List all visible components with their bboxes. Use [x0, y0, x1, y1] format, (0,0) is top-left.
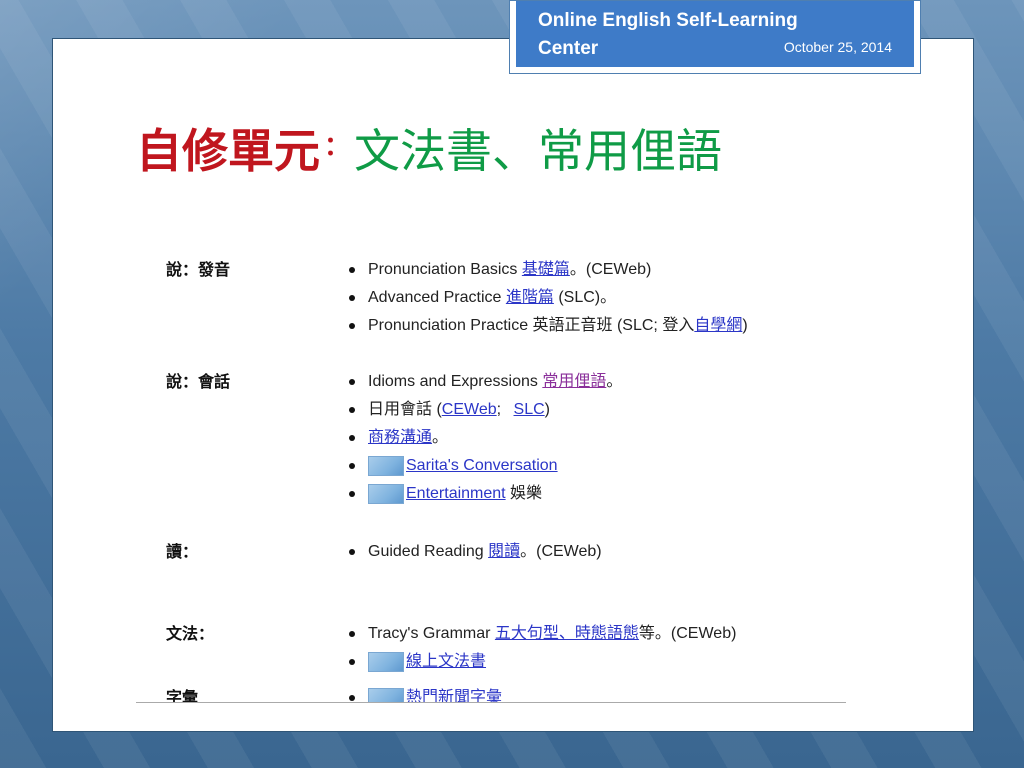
slide-title-sub: 文法書、常用俚語: [354, 124, 723, 178]
link-ceweb[interactable]: CEWeb: [442, 401, 497, 418]
list-item: 線上文法書: [346, 650, 846, 678]
bullet-icon: [349, 378, 355, 385]
list-item: 商務溝通。: [346, 426, 846, 454]
item-list: Idioms and Expressions 常用俚語。 日用會話 (CEWeb…: [346, 370, 846, 510]
bullet-icon: [349, 548, 355, 555]
item-list: Tracy's Grammar 五大句型、時態語態等。(CEWeb) 線上文法書: [346, 622, 846, 678]
list-item: Pronunciation Practice 英語正音班 (SLC; 登入自學網…: [346, 314, 846, 342]
bullet-icon: [349, 322, 355, 329]
bullet-icon: [349, 462, 355, 469]
item-list: 熱門新聞字彙: [346, 686, 846, 702]
list-item: 熱門新聞字彙: [346, 686, 846, 702]
section-label: 說：會話: [166, 372, 231, 391]
bullet-icon: [349, 434, 355, 441]
thumbnail-image-icon[interactable]: [368, 651, 404, 672]
section-label: 文法：: [166, 624, 215, 643]
list-item: Sarita's Conversation: [346, 454, 846, 482]
bullet-icon: [349, 490, 355, 497]
bullet-icon: [349, 266, 355, 273]
link-news-vocabulary[interactable]: 熱門新聞字彙: [406, 689, 502, 702]
link-advanced[interactable]: 進階篇: [506, 289, 554, 306]
thumbnail-image-icon[interactable]: [368, 455, 404, 476]
bullet-icon: [349, 630, 355, 637]
list-item: Pronunciation Basics 基礎篇。(CEWeb): [346, 258, 846, 286]
bullet-icon: [349, 294, 355, 301]
list-item: Advanced Practice 進階篇 (SLC)。: [346, 286, 846, 314]
list-item: Entertainment 娛樂: [346, 482, 846, 510]
section-label: 讀：: [166, 542, 199, 561]
slide-title-colon: ：: [324, 132, 351, 162]
link-slc[interactable]: SLC: [514, 401, 545, 418]
list-item: Tracy's Grammar 五大句型、時態語態等。(CEWeb): [346, 622, 846, 650]
list-item: 日用會話 (CEWeb; SLC): [346, 398, 846, 426]
header-banner: Online English Self-Learning Center Octo…: [516, 1, 914, 67]
link-grammar-patterns[interactable]: 五大句型、時態語態: [495, 625, 639, 642]
bullet-icon: [349, 406, 355, 413]
thumbnail-image-icon[interactable]: [368, 483, 404, 504]
list-item: Guided Reading 閱讀。(CEWeb): [346, 540, 846, 568]
link-saritas-conversation[interactable]: Sarita's Conversation: [406, 457, 558, 474]
header-date: October 25, 2014: [783, 39, 892, 55]
link-online-grammar-book[interactable]: 線上文法書: [406, 653, 486, 670]
bullet-icon: [349, 658, 355, 665]
list-item: Idioms and Expressions 常用俚語。: [346, 370, 846, 398]
link-idioms[interactable]: 常用俚語: [542, 373, 606, 390]
embedded-webpage-screenshot: 說：發音 Pronunciation Basics 基礎篇。(CEWeb) Ad…: [136, 246, 846, 703]
section-label: 字彙: [166, 688, 199, 703]
thumbnail-image-icon[interactable]: [368, 687, 404, 702]
section-label: 說：發音: [166, 260, 231, 279]
link-business-communication[interactable]: 商務溝通: [368, 429, 432, 446]
item-list: Pronunciation Basics 基礎篇。(CEWeb) Advance…: [346, 258, 846, 342]
slide-title: 自修單元 ：文法書、常用俚語: [136, 116, 722, 186]
bullet-icon: [349, 694, 355, 701]
header-box: Online English Self-Learning Center Octo…: [509, 0, 921, 74]
link-reading[interactable]: 閱讀: [488, 543, 520, 560]
link-basics[interactable]: 基礎篇: [522, 261, 570, 278]
item-list: Guided Reading 閱讀。(CEWeb): [346, 540, 846, 568]
link-entertainment[interactable]: Entertainment: [406, 485, 506, 502]
link-self-learning-site[interactable]: 自學網: [694, 317, 742, 334]
slide-title-main: 自修單元: [136, 124, 320, 178]
